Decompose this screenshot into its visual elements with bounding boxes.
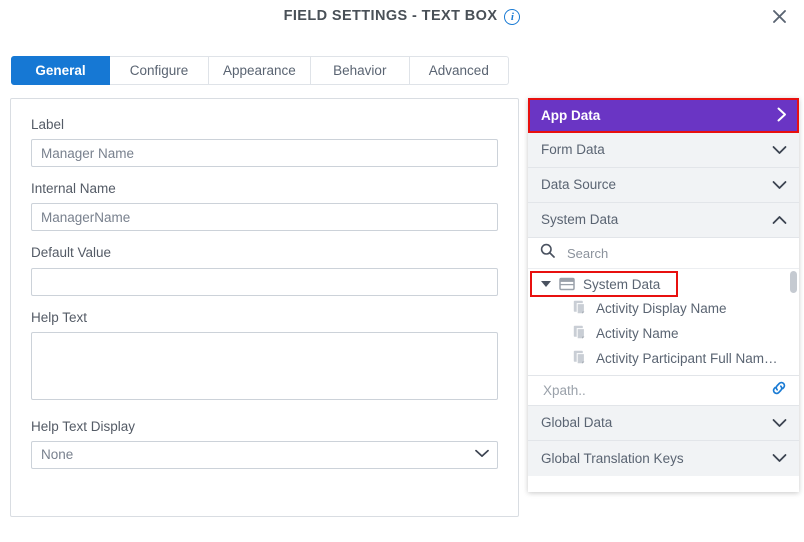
- default-value-label: Default Value: [31, 245, 112, 261]
- tab-appearance[interactable]: Appearance: [209, 56, 311, 85]
- tree-item-activity-display-name[interactable]: Activity Display Name: [528, 296, 799, 321]
- chevron-down-icon: [772, 451, 787, 466]
- chevron-down-icon: [772, 143, 787, 158]
- accordion-data-source[interactable]: Data Source: [528, 168, 799, 203]
- accordion-label: Global Data: [541, 415, 613, 431]
- tree-item-activity-name[interactable]: Activity Name: [528, 321, 799, 346]
- accordion-form-data[interactable]: Form Data: [528, 133, 799, 168]
- tab-label: Configure: [129, 63, 189, 78]
- tab-advanced[interactable]: Advanced: [409, 56, 509, 85]
- field-group-label: Label: [31, 117, 498, 168]
- table-icon: [559, 277, 575, 291]
- page-title: FIELD SETTINGS - TEXT BOX: [283, 8, 498, 25]
- tree-item-activity-participant-full-name[interactable]: Activity Participant Full Nam…: [528, 346, 799, 371]
- help-text-display-select-wrap: [31, 440, 498, 469]
- tree-item-label: Activity Display Name: [596, 301, 727, 316]
- document-icon: [573, 325, 588, 343]
- label-field-label: Label: [31, 117, 65, 132]
- tab-label: Behavior: [333, 63, 387, 78]
- help-text-label: Help Text: [31, 309, 88, 325]
- default-value-input[interactable]: [31, 267, 498, 296]
- field-group-help-text-display: Help Text Display: [31, 419, 498, 469]
- internal-name-input[interactable]: [31, 203, 498, 232]
- help-text-display-select[interactable]: [31, 440, 498, 469]
- tab-label: Advanced: [428, 63, 489, 78]
- tab-label: General: [35, 63, 86, 78]
- accordion-system-data[interactable]: System Data: [528, 203, 799, 238]
- xpath-input[interactable]: [541, 382, 770, 399]
- search-input[interactable]: [565, 244, 787, 262]
- help-text-display-label: Help Text Display: [31, 418, 136, 434]
- accordion-global-translation-keys[interactable]: Global Translation Keys: [528, 441, 799, 476]
- chevron-down-icon: [772, 178, 787, 193]
- search-icon: [540, 243, 555, 263]
- accordion-label: App Data: [541, 107, 601, 123]
- dialog-header: FIELD SETTINGS - TEXT BOX i: [0, 0, 804, 33]
- tree-scrollbar-thumb[interactable]: [790, 271, 797, 293]
- help-text-input[interactable]: [31, 331, 498, 400]
- tree-node-label: System Data: [583, 276, 661, 292]
- triangle-down-icon[interactable]: [541, 281, 551, 287]
- accordion-label: Data Source: [541, 177, 617, 193]
- internal-name-label: Internal Name: [31, 181, 116, 197]
- tab-behavior[interactable]: Behavior: [310, 56, 410, 85]
- document-icon: [573, 300, 588, 318]
- xpath-row: [528, 375, 799, 406]
- tree-item-label: Activity Name: [596, 326, 679, 341]
- tab-label: Appearance: [223, 63, 296, 78]
- accordion-label: System Data: [541, 212, 619, 228]
- field-group-help-text: Help Text: [31, 310, 498, 405]
- general-settings-panel: Label Internal Name Default Value Help T…: [10, 98, 519, 517]
- info-icon[interactable]: i: [504, 8, 521, 25]
- tree-item-label: Activity Participant Full Nam…: [596, 351, 778, 366]
- chevron-up-icon: [772, 213, 787, 228]
- chevron-down-icon: [772, 416, 787, 431]
- field-group-default-value: Default Value: [31, 245, 498, 296]
- close-icon[interactable]: [768, 6, 790, 28]
- tab-bar: General Configure Appearance Behavior Ad…: [11, 56, 509, 85]
- link-icon[interactable]: [770, 379, 788, 402]
- accordion-label: Global Translation Keys: [541, 450, 684, 466]
- document-icon: [573, 350, 588, 368]
- accordion-label: Form Data: [541, 142, 605, 158]
- label-input[interactable]: [31, 139, 498, 168]
- title-wrap: FIELD SETTINGS - TEXT BOX i: [283, 8, 521, 25]
- tree-node-system-data[interactable]: System Data: [530, 271, 678, 297]
- accordion-app-data[interactable]: App Data: [528, 98, 799, 133]
- data-tree: System Data Activity Display Name Activi…: [528, 269, 799, 375]
- tab-configure[interactable]: Configure: [110, 56, 209, 85]
- data-picker-panel: App Data Form Data Data Source System Da…: [528, 98, 799, 492]
- search-row: [528, 238, 799, 269]
- tab-general[interactable]: General: [11, 56, 110, 85]
- accordion-global-data[interactable]: Global Data: [528, 406, 799, 441]
- chevron-right-icon: [777, 107, 787, 125]
- field-group-internal-name: Internal Name: [31, 181, 498, 232]
